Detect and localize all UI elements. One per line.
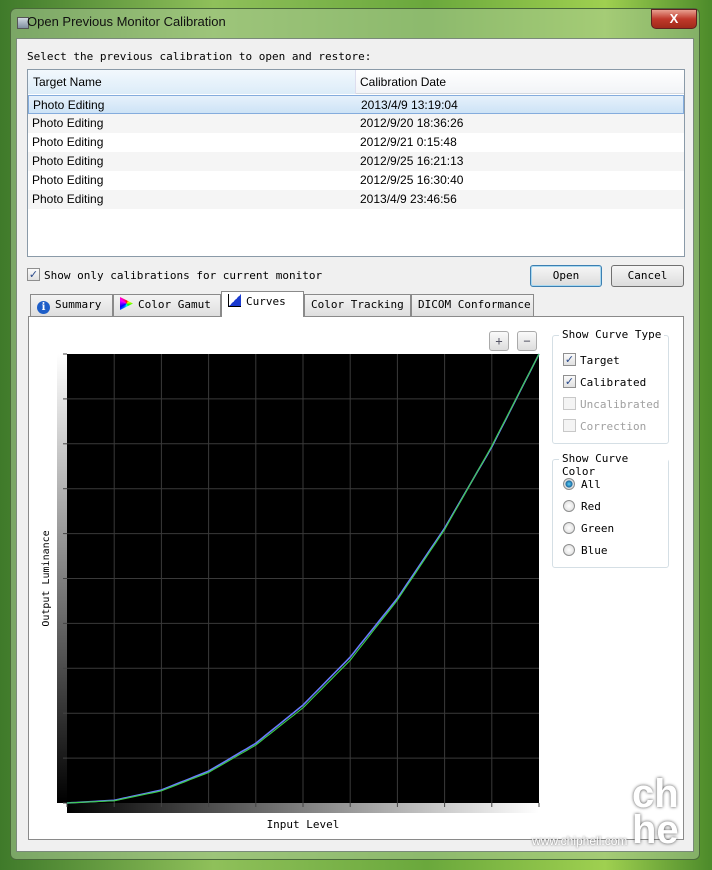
date-cell: 2012/9/25 16:21:13 <box>360 154 464 168</box>
table-row[interactable]: Photo Editing 2012/9/21 0:15:48 <box>28 133 684 152</box>
date-cell: 2012/9/20 18:36:26 <box>360 116 464 130</box>
curve-type-checkbox-uncalibrated[interactable] <box>563 397 576 410</box>
watermark-url: www.chiphell.com <box>532 834 628 848</box>
curve-color-radio-green[interactable] <box>563 522 575 534</box>
curve-icon <box>228 294 241 307</box>
target-name-cell: Photo Editing <box>32 135 104 149</box>
curve-type-label: Calibrated <box>580 376 647 389</box>
tab-color-gamut[interactable]: Color Gamut <box>113 294 221 316</box>
curve-color-title: Show Curve Color <box>559 452 668 478</box>
target-name-cell: Photo Editing <box>32 116 104 130</box>
table-row[interactable]: Photo Editing 2013/4/9 23:46:56 <box>28 190 684 209</box>
watermark-logo: ch he <box>632 772 679 852</box>
date-cell: 2013/4/9 23:46:56 <box>360 192 457 206</box>
table-row[interactable]: Photo Editing 2012/9/20 18:36:26 <box>28 114 684 133</box>
curve-color-label: Red <box>581 500 601 513</box>
tab-summary[interactable]: i Summary <box>30 294 113 316</box>
prompt-label: Select the previous calibration to open … <box>27 50 372 63</box>
curves-chart: Input Level Output Luminance <box>41 353 540 831</box>
date-cell: 2012/9/25 16:30:40 <box>360 173 464 187</box>
curve-color-label: Blue <box>581 544 608 557</box>
calibration-list[interactable]: Target Name Calibration Date Photo Editi… <box>27 69 685 257</box>
open-button[interactable]: Open <box>530 265 602 287</box>
curve-color-label: Green <box>581 522 615 535</box>
list-header: Target Name Calibration Date <box>28 70 684 94</box>
column-target-name[interactable]: Target Name <box>33 75 102 89</box>
target-name-cell: Photo Editing <box>32 154 104 168</box>
info-icon: i <box>37 301 50 314</box>
column-calibration-date[interactable]: Calibration Date <box>360 75 446 89</box>
target-name-cell: Photo Editing <box>32 173 104 187</box>
tab-dicom-conformance[interactable]: DICOM Conformance <box>411 294 534 316</box>
curve-type-checkbox-calibrated[interactable]: ✓ <box>563 375 576 388</box>
cancel-button[interactable]: Cancel <box>611 265 684 287</box>
y-axis-label: Output Luminance <box>41 530 52 626</box>
date-cell: 2012/9/21 0:15:48 <box>360 135 457 149</box>
curve-type-label: Uncalibrated <box>580 398 660 411</box>
filter-label: Show only calibrations for current monit… <box>44 269 323 282</box>
target-name-cell: Photo Editing <box>32 192 104 206</box>
curve-color-radio-red[interactable] <box>563 500 575 512</box>
target-name-cell: Photo Editing <box>33 98 105 112</box>
table-row[interactable]: Photo Editing 2012/9/25 16:21:13 <box>28 152 684 171</box>
curve-color-radio-blue[interactable] <box>563 544 575 556</box>
gamut-icon <box>120 297 133 310</box>
curve-type-label: Target <box>580 354 620 367</box>
table-row[interactable]: Photo Editing 2013/4/9 13:19:04 <box>28 95 684 114</box>
close-button[interactable]: X <box>651 9 697 29</box>
tab-curves[interactable]: Curves <box>221 291 304 317</box>
date-cell: 2013/4/9 13:19:04 <box>361 98 458 112</box>
curve-type-label: Correction <box>580 420 647 433</box>
curve-type-checkbox-correction[interactable] <box>563 419 576 432</box>
table-row[interactable]: Photo Editing 2012/9/25 16:30:40 <box>28 171 684 190</box>
curve-color-radio-all[interactable] <box>563 478 575 490</box>
curve-type-title: Show Curve Type <box>559 328 665 341</box>
curve-type-checkbox-target[interactable]: ✓ <box>563 353 576 366</box>
window-title: Open Previous Monitor Calibration <box>27 14 226 29</box>
filter-checkbox[interactable]: ✓ <box>27 268 40 281</box>
curve-color-label: All <box>581 478 601 491</box>
x-axis-label: Input Level <box>267 818 340 831</box>
tab-color-tracking[interactable]: Color Tracking <box>304 294 411 316</box>
